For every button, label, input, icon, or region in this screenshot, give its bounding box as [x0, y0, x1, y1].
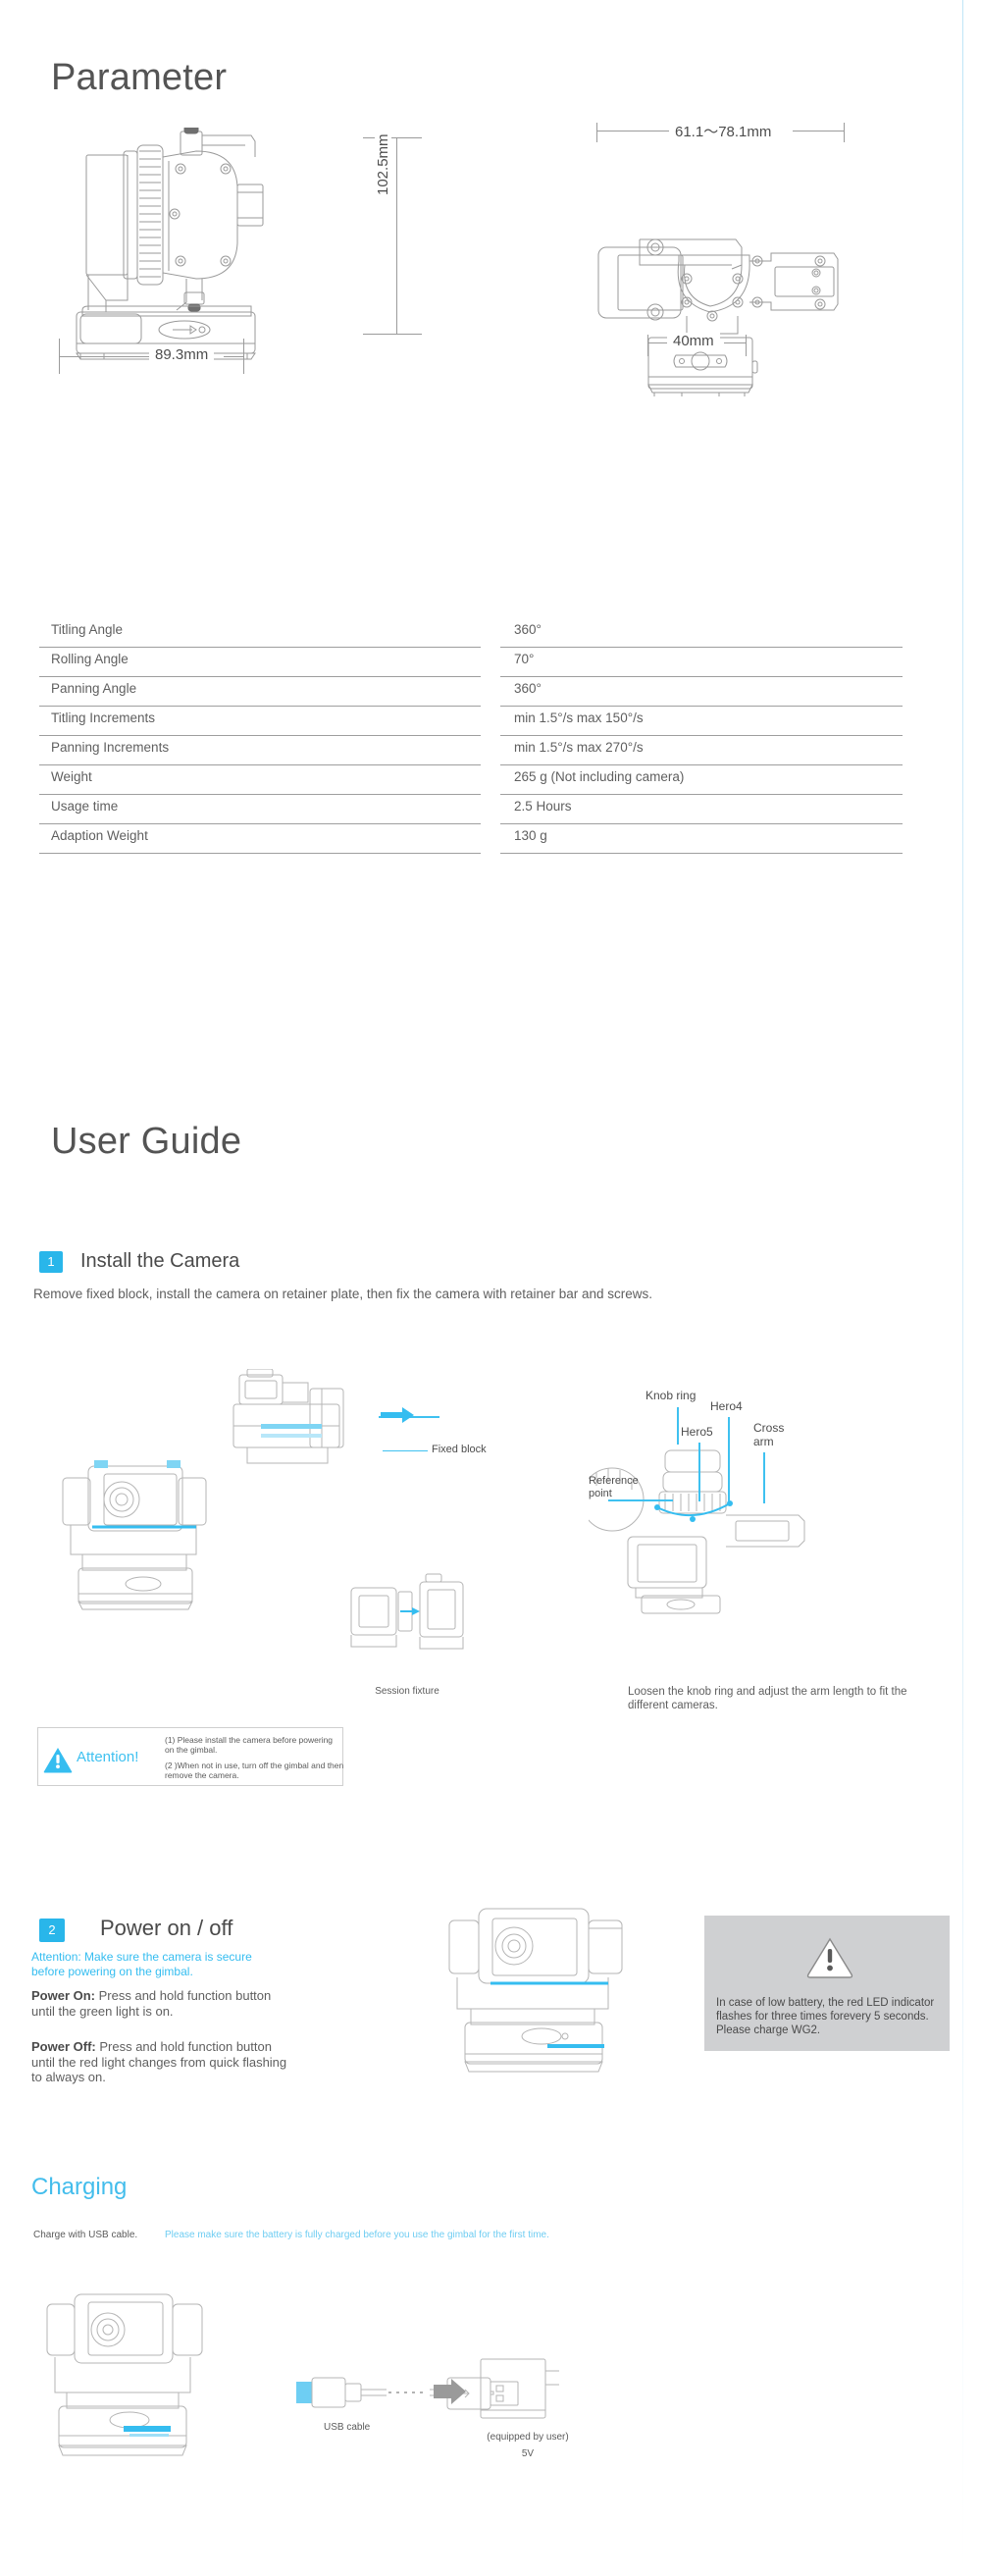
- spec-label: Adaption Weight: [51, 828, 148, 843]
- height-dim-tick-top: [363, 137, 422, 138]
- base-width-label: 40mm: [667, 333, 720, 349]
- label-adapter-voltage: 5V: [521, 2448, 535, 2459]
- label-session-fixture: Session fixture: [375, 1686, 439, 1697]
- step-2-badge: 2: [39, 1919, 65, 1942]
- spec-label: Titling Angle: [51, 622, 124, 637]
- spec-label: Rolling Angle: [51, 652, 129, 666]
- page-title-charging: Charging: [31, 2174, 128, 2200]
- label-reference-point-line1: Reference: [589, 1475, 639, 1487]
- spec-value: 130 g: [514, 828, 547, 843]
- step-1-description: Remove fixed block, install the camera o…: [33, 1287, 653, 1301]
- front-width-tick-left: [596, 123, 597, 142]
- page-title-user-guide: User Guide: [51, 1121, 242, 1162]
- charging-note-text: Please make sure the battery is fully ch…: [165, 2230, 549, 2240]
- step-1-badge: 1: [39, 1251, 63, 1273]
- label-adapter: (equipped by user): [487, 2432, 569, 2443]
- label-cross-arm-line2: arm: [753, 1435, 774, 1448]
- power-on-label: Power On:: [31, 1988, 96, 2003]
- spec-label: Panning Increments: [51, 740, 170, 755]
- height-dimension-line: [396, 137, 397, 334]
- table-row: Panning Increments min 1.5°/s max 270°/s: [39, 736, 932, 764]
- low-battery-text: In case of low battery, the red LED indi…: [716, 1997, 935, 2037]
- label-knob-ring: Knob ring: [645, 1389, 697, 1402]
- reference-point-leader: [608, 1499, 673, 1501]
- base-width-tick-right: [746, 335, 747, 356]
- hero4-leader: [728, 1417, 730, 1501]
- height-dimension-label: 102.5mm: [375, 128, 391, 201]
- fixed-block-arrow-icon: [381, 1405, 416, 1425]
- label-usb-cable: USB cable: [324, 2422, 371, 2433]
- row-divider: [39, 853, 932, 854]
- manual-page: Parameter 102.5mm 89.3mm 61.1～78.1mm 40m…: [0, 0, 981, 2576]
- low-battery-warning-icon: [806, 1937, 853, 1978]
- table-row: Panning Angle 360°: [39, 677, 932, 706]
- step-2-title: Power on / off: [100, 1916, 233, 1940]
- table-row: Weight 265 g (Not including camera): [39, 765, 932, 794]
- side-view-drawing: [59, 128, 363, 363]
- base-width-tick-left: [647, 335, 648, 356]
- width-dim-tick-right: [243, 339, 244, 374]
- page-title-parameter: Parameter: [51, 57, 228, 98]
- spec-value: min 1.5°/s max 270°/s: [514, 740, 644, 755]
- power-off-label: Power Off:: [31, 2039, 96, 2054]
- table-row: Usage time 2.5 Hours: [39, 795, 932, 823]
- attention-line-4: remove the camera.: [165, 1770, 239, 1780]
- attention-line-3: (2 )When not in use, turn off the gimbal…: [165, 1761, 344, 1770]
- power-adapter-illustration: [477, 2353, 565, 2432]
- session-fixture-illustration: [343, 1570, 471, 1658]
- width-dimension-label: 89.3mm: [149, 346, 215, 363]
- spec-value: min 1.5°/s max 150°/s: [514, 710, 644, 725]
- width-dim-right: [224, 356, 243, 357]
- page-edge-rule: [962, 0, 963, 2576]
- camera-retainer-illustration: [226, 1369, 373, 1477]
- hero5-leader: [698, 1443, 700, 1501]
- step-1-title: Install the Camera: [80, 1250, 240, 1272]
- table-row: Rolling Angle 70°: [39, 648, 932, 676]
- step-2-attention-line2: before powering on the gimbal.: [31, 1964, 193, 1978]
- charging-gimbal-illustration: [31, 2287, 218, 2483]
- label-cross-arm-line1: Cross: [753, 1421, 785, 1435]
- spec-value: 360°: [514, 681, 542, 696]
- charge-flow-arrow-icon: [434, 2379, 467, 2404]
- base-width-dim-right: [724, 342, 746, 343]
- gimbal-with-camera-illustration: [49, 1452, 245, 1619]
- table-row: Titling Increments min 1.5°/s max 150°/s: [39, 707, 932, 735]
- knob-ring-leader: [677, 1407, 679, 1445]
- attention-word: Attention!: [77, 1749, 139, 1765]
- front-width-label: 61.1～78.1mm: [669, 121, 778, 141]
- spec-value: 360°: [514, 622, 542, 637]
- base-width-dim-left: [647, 342, 669, 343]
- knob-ring-illustration: [589, 1443, 814, 1619]
- height-dim-tick-bottom: [363, 334, 422, 335]
- label-fixed-block: Fixed block: [432, 1444, 487, 1455]
- knob-ring-note: Loosen the knob ring and adjust the arm …: [628, 1686, 907, 1712]
- label-hero4: Hero4: [710, 1399, 743, 1413]
- label-hero5: Hero5: [681, 1425, 713, 1439]
- width-dim-tick-left: [59, 339, 60, 374]
- spec-label: Weight: [51, 769, 92, 784]
- specification-table: Titling Angle 360° Rolling Angle 70° Pan…: [39, 618, 932, 854]
- front-width-tick-right: [844, 123, 845, 142]
- table-row: Adaption Weight 130 g: [39, 824, 932, 853]
- table-row: Titling Angle 360°: [39, 618, 932, 647]
- spec-label: Titling Increments: [51, 710, 156, 725]
- cross-arm-leader: [763, 1452, 765, 1503]
- step-2-attention-line1: Attention: Make sure the camera is secur…: [31, 1950, 252, 1964]
- spec-label: Usage time: [51, 799, 119, 814]
- spec-value: 2.5 Hours: [514, 799, 572, 814]
- spec-value: 265 g (Not including camera): [514, 769, 685, 784]
- spec-label: Panning Angle: [51, 681, 137, 696]
- label-reference-point-line2: point: [589, 1488, 612, 1499]
- fixed-block-leader-line: [383, 1450, 428, 1451]
- charging-lead-text: Charge with USB cable.: [33, 2230, 138, 2240]
- spec-value: 70°: [514, 652, 535, 666]
- attention-line-2: on the gimbal.: [165, 1745, 218, 1755]
- power-button-illustration: [432, 1899, 647, 2085]
- attention-line-1: (1) Please install the camera before pow…: [165, 1735, 334, 1745]
- warning-triangle-icon: [43, 1747, 73, 1773]
